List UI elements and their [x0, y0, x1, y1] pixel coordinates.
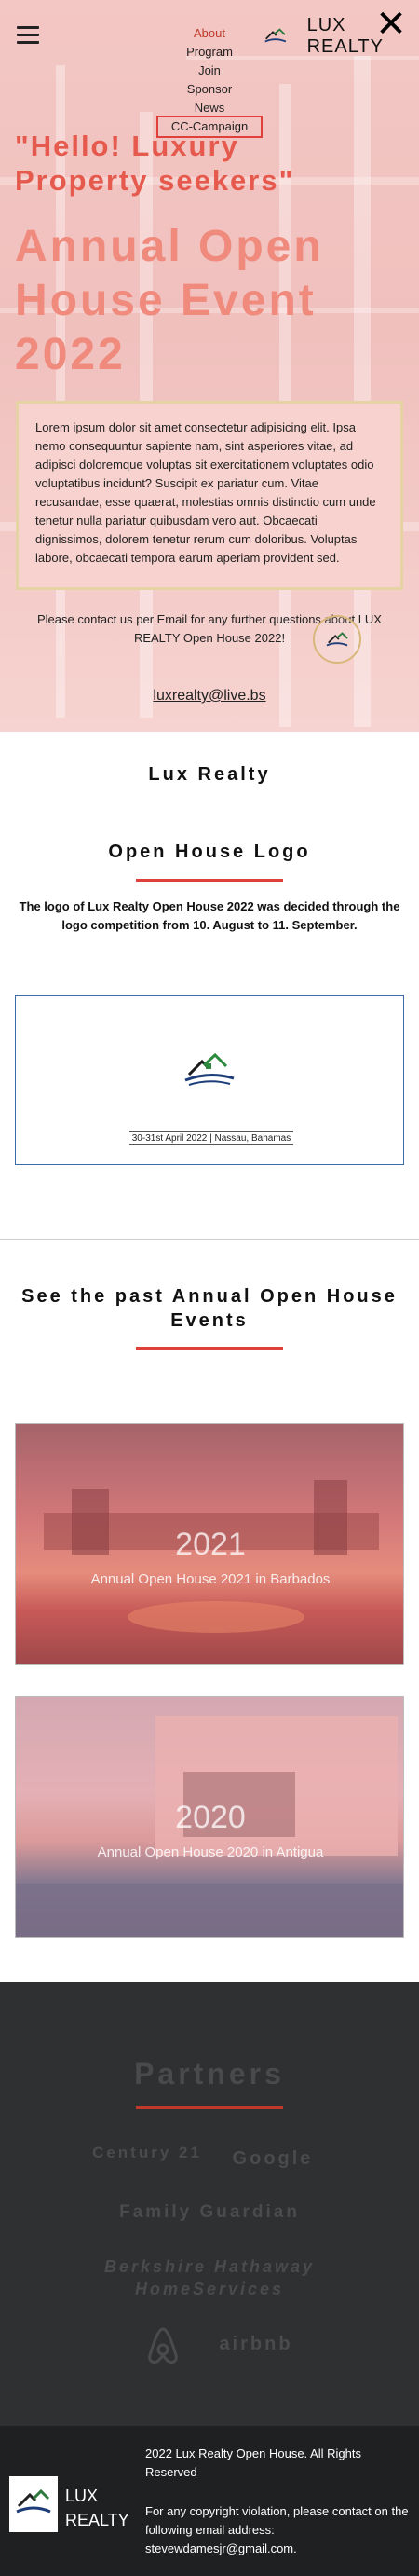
- logo-section-description: The logo of Lux Realty Open House 2022 w…: [19, 899, 400, 932]
- footer-copyright: 2022 Lux Realty Open House. All Rights R…: [145, 2446, 361, 2479]
- nav-item-news[interactable]: News: [158, 99, 261, 117]
- event-subtitle-2020: Annual Open House 2020 in Antigua: [97, 1844, 324, 1860]
- section-divider: [0, 1239, 419, 1240]
- past-events-title: See the past Annual Open House Events: [21, 1286, 398, 1331]
- past-event-card-2020[interactable]: 2020 Annual Open House 2020 in Antigua: [15, 1696, 404, 1938]
- past-events-divider: [136, 1347, 283, 1350]
- top-navigation-bar: About Program Join Sponsor News CC-Campa…: [0, 0, 419, 138]
- footer-brand-line2: REALTY: [65, 2511, 129, 2529]
- partner-berkshire-hathaway[interactable]: Berkshire Hathaway HomeServices: [65, 2255, 354, 2300]
- page: About Program Join Sponsor News CC-Campa…: [0, 0, 419, 2576]
- past-event-card-2021[interactable]: 2021 Annual Open House 2021 in Barbados: [15, 1423, 404, 1665]
- circle-logo-icon: [313, 615, 361, 664]
- close-icon[interactable]: ✕: [372, 6, 410, 43]
- hero-greeting: "Hello! Luxury Property seekers": [15, 130, 295, 197]
- nav-item-join[interactable]: Join: [158, 62, 261, 80]
- partner-google[interactable]: Google: [212, 2148, 333, 2170]
- logo-card-caption: 30-31st April 2022 | Nassau, Bahamas: [129, 1131, 293, 1145]
- open-house-logo-icon: [184, 1052, 235, 1086]
- hero-description: Lorem ipsum dolor sit amet consectetur a…: [35, 420, 376, 565]
- footer-contact: For any copyright violation, please cont…: [145, 2504, 409, 2555]
- nav-item-sponsor[interactable]: Sponsor: [158, 80, 261, 99]
- airbnb-icon: [148, 2327, 178, 2364]
- open-house-logo-card: 30-31st April 2022 | Nassau, Bahamas: [15, 995, 404, 1165]
- nav-item-program[interactable]: Program: [158, 43, 261, 62]
- footer-logo: [9, 2476, 58, 2532]
- logo-section-title: Open House Logo: [108, 842, 311, 862]
- hero-section: About Program Join Sponsor News CC-Campa…: [0, 0, 419, 732]
- nav-item-about[interactable]: About: [158, 24, 261, 43]
- footer-brand-line1: LUX: [65, 2487, 99, 2505]
- event-year-2020: 2020: [175, 1800, 246, 1835]
- partner-century-21[interactable]: Century 21: [91, 2143, 203, 2163]
- main-nav-menu: About Program Join Sponsor News CC-Campa…: [156, 24, 263, 138]
- contact-email-link[interactable]: luxrealty@live.bs: [93, 688, 326, 705]
- event-subtitle-2021: Annual Open House 2021 in Barbados: [90, 1571, 331, 1587]
- partner-airbnb[interactable]: airbnb: [205, 2334, 307, 2355]
- hero-title: Annual Open House Event 2022: [15, 222, 324, 379]
- footer-brand: LUX REALTY: [65, 2484, 129, 2532]
- footer: LUX REALTY 2022 Lux Realty Open House. A…: [0, 2426, 419, 2576]
- partners-title: Partners: [134, 2057, 285, 2090]
- partners-section: Partners Century 21 Google Family Guardi…: [0, 1982, 419, 2426]
- about-title: Lux Realty: [148, 764, 271, 785]
- hamburger-icon[interactable]: [17, 26, 39, 45]
- event-year-2021: 2021: [175, 1527, 246, 1562]
- logo-section-divider: [136, 879, 283, 882]
- partner-family-guardian[interactable]: Family Guardian: [56, 2202, 363, 2223]
- brand-logo-icon: [264, 28, 287, 43]
- hero-description-box: Lorem ipsum dolor sit amet consectetur a…: [16, 401, 403, 590]
- partners-divider: [136, 2106, 283, 2109]
